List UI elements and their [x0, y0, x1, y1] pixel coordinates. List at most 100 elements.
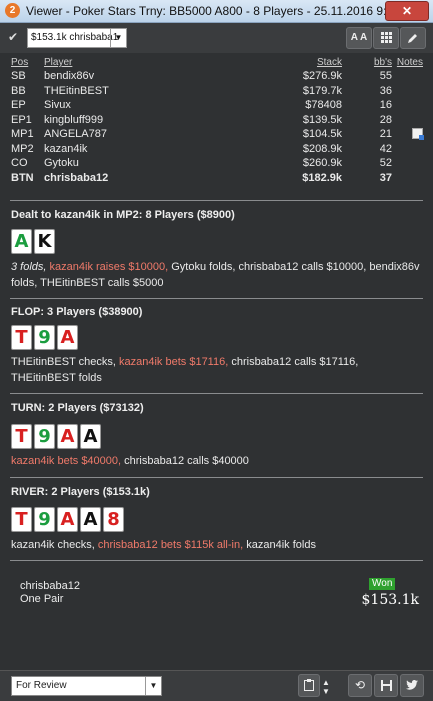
- river-actions: kazan4ik checks, chrisbaba12 bets $115k …: [11, 537, 421, 553]
- turn-header: TURN: 2 Players ($73132): [11, 402, 144, 414]
- card: T: [11, 325, 32, 350]
- card: 9: [34, 325, 55, 350]
- save-button[interactable]: [374, 674, 398, 697]
- up-down-icon: ▲ ▼: [322, 678, 330, 696]
- status-value: For Review: [16, 680, 67, 691]
- sort-toggle[interactable]: ▲ ▼: [320, 674, 332, 696]
- result-block: chrisbaba12 One Pair: [20, 580, 80, 606]
- card: T: [11, 424, 32, 449]
- card: A: [11, 229, 32, 254]
- stack-cell: $182.9k: [302, 171, 342, 184]
- river-header: RIVER: 2 Players ($153.1k): [11, 486, 150, 498]
- notes-cell: [392, 171, 423, 186]
- card: 8: [103, 507, 124, 532]
- pos-cell: MP2: [11, 142, 34, 155]
- preflop-header: Dealt to kazan4ik in MP2: 8 Players ($89…: [11, 209, 235, 221]
- player-cell: kingbluff999: [44, 113, 104, 126]
- action-text: kazan4ik folds: [246, 539, 316, 551]
- app-icon: 2: [5, 3, 20, 18]
- bbs-cell: 42: [379, 142, 392, 155]
- edit-button[interactable]: [400, 27, 426, 49]
- stack-cell: $208.9k: [302, 142, 342, 155]
- pos-cell: EP1: [11, 113, 32, 126]
- card: A: [80, 507, 101, 532]
- players-table: Pos Player Stack bb's Notes SB bendix86v $…: [11, 56, 424, 186]
- player-cell: Sivux: [44, 99, 71, 112]
- notes-cell: [392, 142, 423, 157]
- pos-cell: BTN: [11, 171, 34, 184]
- twitter-button[interactable]: [400, 674, 424, 697]
- close-button[interactable]: ✕: [385, 1, 429, 21]
- bbs-cell: 52: [379, 157, 392, 170]
- clipboard-button[interactable]: [298, 674, 320, 697]
- table-row[interactable]: BB THEitinBEST $179.7k 36: [11, 84, 423, 99]
- action-text: chrisbaba12 calls $40000: [124, 455, 249, 467]
- card: K: [34, 229, 55, 254]
- col-player[interactable]: Player: [44, 56, 262, 69]
- river-cards: T9AA8: [11, 507, 126, 532]
- col-notes[interactable]: Notes: [392, 56, 423, 69]
- bbs-cell: 21: [379, 128, 392, 141]
- pos-cell: SB: [11, 70, 26, 83]
- table-row[interactable]: EP Sivux $78408 16: [11, 98, 423, 113]
- pencil-icon: [408, 34, 417, 43]
- player-select[interactable]: $153.1k chrisbaba1 ▼: [27, 28, 127, 48]
- notes-cell: [392, 69, 423, 84]
- card: 9: [34, 424, 55, 449]
- table-row[interactable]: EP1 kingbluff999 $139.5k 28: [11, 113, 423, 128]
- action-text: 3 folds,: [11, 261, 47, 273]
- table-row[interactable]: MP2 kazan4ik $208.9k 42: [11, 142, 423, 157]
- stack-cell: $179.7k: [302, 84, 342, 97]
- action-highlight: kazan4ik raises $10000,: [49, 261, 169, 273]
- pos-cell: BB: [11, 84, 26, 97]
- bbs-cell: 36: [379, 84, 392, 97]
- flop-header: FLOP: 3 Players ($38900): [11, 306, 143, 318]
- table-row[interactable]: MP1 ANGELA787 $104.5k 21: [11, 127, 424, 142]
- player-cell: ANGELA787: [44, 128, 107, 141]
- player-select-value: $153.1k chrisbaba1: [31, 32, 119, 43]
- divider: [10, 560, 423, 561]
- notes-cell: [392, 113, 423, 128]
- player-cell: Gytoku: [44, 157, 79, 170]
- check-icon[interactable]: ✔: [8, 31, 20, 43]
- table-row[interactable]: CO Gytoku $260.9k 52: [11, 156, 423, 171]
- font-size-button[interactable]: A A: [346, 27, 372, 49]
- action-highlight: kazan4ik bets $40000,: [11, 455, 122, 467]
- bbs-cell: 55: [379, 70, 392, 83]
- stack-cell: $104.5k: [302, 128, 342, 141]
- note-icon[interactable]: [412, 128, 424, 141]
- table-row-hero[interactable]: BTN chrisbaba12 $182.9k 37: [11, 171, 423, 186]
- refresh-icon: ⟲: [354, 678, 366, 692]
- pos-cell: EP: [11, 99, 26, 112]
- card: A: [57, 325, 78, 350]
- pos-cell: MP1: [11, 128, 34, 141]
- turn-actions: kazan4ik bets $40000, chrisbaba12 calls …: [11, 453, 421, 469]
- turn-cards: T9AA: [11, 424, 103, 449]
- flop-cards: T9A: [11, 325, 80, 350]
- card: A: [57, 424, 78, 449]
- stack-cell: $139.5k: [302, 113, 342, 126]
- player-cell: THEitinBEST: [44, 84, 109, 97]
- action-text: kazan4ik checks,: [11, 539, 95, 551]
- preflop-actions: 3 folds, kazan4ik raises $10000, Gytoku …: [11, 259, 421, 291]
- chevron-down-icon: ▼: [145, 677, 161, 695]
- divider: [10, 200, 423, 201]
- bbs-cell: 16: [379, 99, 392, 112]
- notes-cell: [392, 98, 423, 113]
- title-bar: 2 Viewer - Poker Stars Trny: BB5000 A800…: [0, 0, 433, 23]
- col-bbs[interactable]: bb's: [342, 56, 392, 69]
- refresh-button[interactable]: ⟲: [348, 674, 372, 697]
- preflop-cards: AK: [11, 229, 57, 254]
- review-status-select[interactable]: For Review ▼: [11, 676, 162, 696]
- player-cell: chrisbaba12: [44, 171, 109, 184]
- col-stack[interactable]: Stack: [262, 56, 342, 69]
- card: A: [57, 507, 78, 532]
- notes-cell: [392, 127, 424, 142]
- stack-cell: $276.9k: [302, 70, 342, 83]
- notes-cell: [392, 84, 423, 99]
- col-pos[interactable]: Pos: [11, 56, 44, 69]
- grid-button[interactable]: [373, 27, 399, 49]
- table-row[interactable]: SB bendix86v $276.9k 55: [11, 69, 423, 84]
- pos-cell: CO: [11, 157, 28, 170]
- action-text: THEitinBEST checks,: [11, 356, 116, 368]
